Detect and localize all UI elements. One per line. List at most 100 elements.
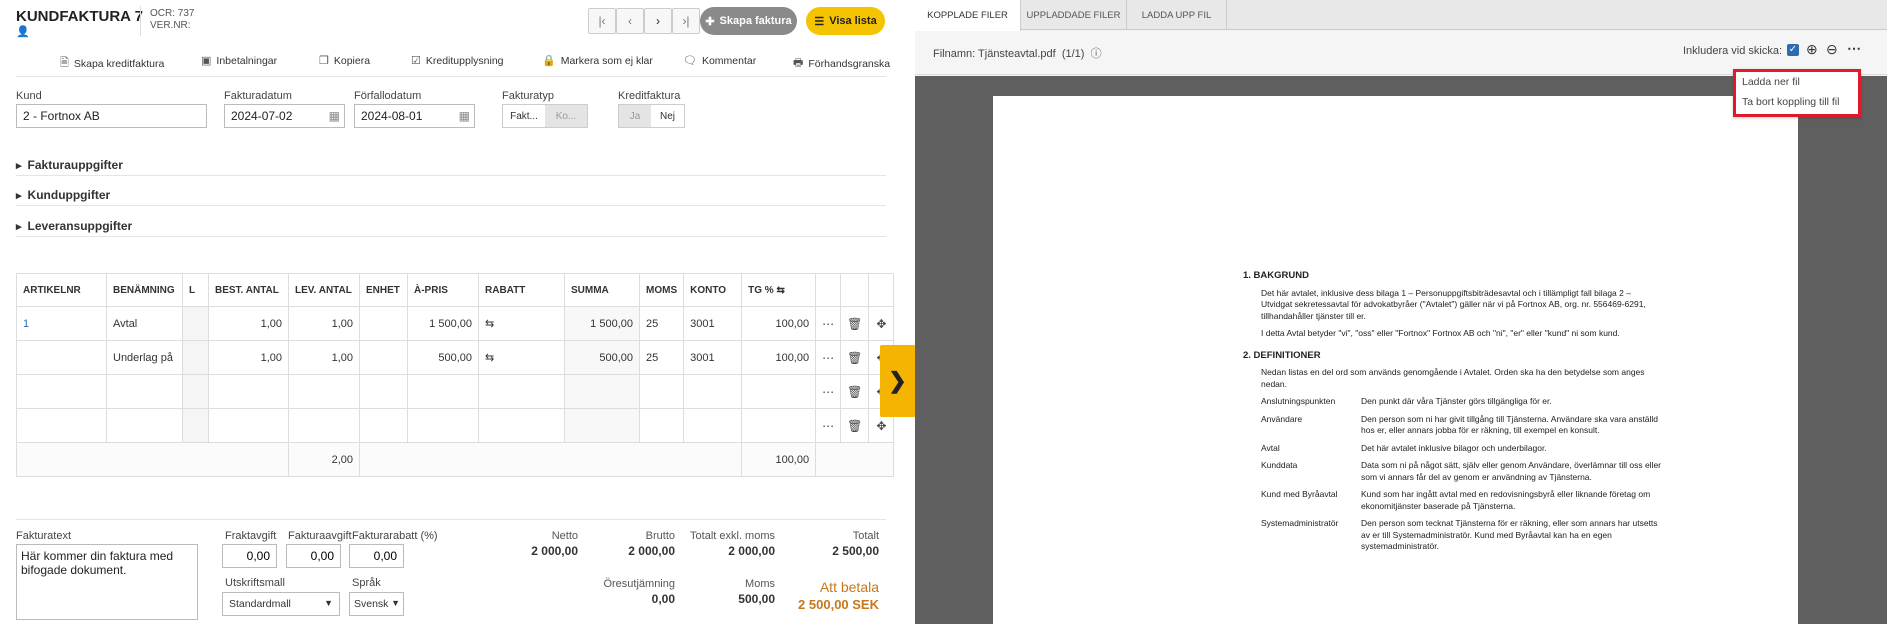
definition-text: Det här avtalet inklusive bilagor och un… [1361, 442, 1547, 453]
create-invoice-label: Skapa faktura [719, 15, 792, 27]
credit-yes-option[interactable]: Ja [619, 105, 651, 127]
cell-ordered[interactable] [208, 374, 289, 409]
payments-link[interactable]: ▣ Inbetalningar [201, 54, 277, 68]
cell-unit[interactable] [359, 374, 408, 409]
cell-account[interactable] [683, 374, 743, 409]
cell-price[interactable]: 500,00 [407, 340, 479, 375]
credit-invoice-toggle[interactable]: Ja Nej [618, 104, 685, 128]
move-icon[interactable]: ✥ [868, 306, 895, 341]
freight-input[interactable] [222, 544, 277, 568]
cell-price[interactable]: 1 500,00 [407, 306, 479, 341]
more-icon[interactable]: ⋯ [815, 374, 842, 409]
cell-unit[interactable] [359, 340, 408, 375]
show-list-label: Visa lista [829, 15, 877, 27]
cell-vat[interactable]: 25 [638, 340, 685, 375]
collapse-panel-button[interactable]: ❯ [880, 345, 915, 417]
preview-link[interactable]: 🖶 Förhandsgranska [793, 54, 890, 73]
cell-vat[interactable] [638, 374, 685, 409]
cell-article[interactable]: 1 [16, 306, 107, 341]
more-icon[interactable]: ⋯ [815, 408, 842, 443]
include-checkbox[interactable]: ✓ [1787, 44, 1799, 56]
zoom-in-icon[interactable]: ⊕ [1806, 41, 1818, 58]
show-list-button[interactable]: ☰ Visa lista [806, 7, 885, 35]
cell-delivered[interactable] [288, 408, 360, 443]
cell-discount[interactable]: ⇆ [478, 306, 565, 341]
type-cash-option[interactable]: Ko... [545, 105, 587, 127]
tab-linked-files[interactable]: KOPPLADE FILER [915, 0, 1021, 31]
cell-account[interactable] [683, 408, 743, 443]
copy-link[interactable]: ❐ Kopiera [319, 54, 370, 68]
invoice-fee-input[interactable] [286, 544, 341, 568]
cell-name[interactable]: Avtal [106, 306, 183, 341]
cell-ordered[interactable]: 1,00 [208, 306, 289, 341]
credit-info-link[interactable]: ☑ Kreditupplysning [411, 54, 504, 68]
cell-price[interactable] [407, 408, 479, 443]
last-page-button[interactable]: ›| [672, 8, 700, 34]
cell-name[interactable]: Underlag på [106, 340, 183, 375]
print-template-select[interactable]: Standardmall ▼ [222, 592, 340, 616]
next-button[interactable]: › [644, 8, 672, 34]
swap-icon[interactable]: ⇆ [485, 318, 494, 330]
cell-unit[interactable] [359, 306, 408, 341]
trash-icon[interactable]: 🗑 [840, 408, 870, 443]
first-page-button[interactable]: |‹ [588, 8, 616, 34]
prev-button[interactable]: ‹ [616, 8, 644, 34]
invoice-discount-input[interactable] [349, 544, 404, 568]
comment-link[interactable]: 🗨 Kommentar [683, 54, 756, 68]
section-customer-details[interactable]: ▸ Kunduppgifter [16, 188, 110, 202]
info-icon[interactable]: ⓘ [1091, 48, 1102, 60]
tab-uploaded-files[interactable]: UPPLADDADE FILER [1021, 0, 1127, 30]
refresh-icon[interactable]: ⇆ [776, 285, 784, 296]
cell-vat[interactable] [638, 408, 685, 443]
cell-article[interactable] [16, 408, 107, 443]
cell-article[interactable] [16, 374, 107, 409]
table-header-row: ARTIKELNR BENÄMNING L BEST. ANTAL LEV. A… [16, 273, 895, 307]
download-file-menu-item[interactable]: Ladda ner fil [1736, 72, 1858, 92]
more-icon[interactable]: ⋯ [815, 340, 842, 375]
more-icon[interactable]: ⋯ [815, 306, 842, 341]
cell-ordered[interactable]: 1,00 [208, 340, 289, 375]
cell-article[interactable] [16, 340, 107, 375]
invoice-type-toggle[interactable]: Fakt... Ko... [502, 104, 588, 128]
cell-delivered[interactable] [288, 374, 360, 409]
type-invoice-option[interactable]: Fakt... [503, 105, 545, 127]
section-invoice-details[interactable]: ▸ Fakturauppgifter [16, 158, 123, 172]
due-date-value: 2024-08-01 [361, 109, 423, 123]
cell-sum: 1 500,00 [564, 306, 640, 341]
remove-link-menu-item[interactable]: Ta bort koppling till fil [1736, 92, 1858, 112]
cell-discount[interactable] [478, 408, 565, 443]
create-invoice-button[interactable]: ✚ Skapa faktura [700, 7, 797, 35]
cell-account[interactable]: 3001 [683, 340, 743, 375]
cell-price[interactable] [407, 374, 479, 409]
create-credit-invoice-link[interactable]: 🗎 Skapa kreditfaktura [60, 54, 164, 73]
invoice-date-input[interactable]: 2024-07-02 ▦ [224, 104, 345, 128]
cell-delivered[interactable]: 1,00 [288, 306, 360, 341]
cell-ordered[interactable] [208, 408, 289, 443]
cell-discount[interactable]: ⇆ [478, 340, 565, 375]
mark-unready-link[interactable]: 🔒 Markera som ej klar [542, 54, 653, 68]
invoice-text-input[interactable]: Här kommer din faktura med bifogade doku… [16, 544, 198, 620]
due-date-input[interactable]: 2024-08-01 ▦ [354, 104, 475, 128]
more-icon[interactable]: ⋯ [1847, 40, 1861, 57]
col-header: MOMS [638, 273, 685, 307]
calendar-icon[interactable]: ▦ [459, 109, 470, 123]
trash-icon[interactable]: 🗑 [840, 374, 870, 409]
cell-unit[interactable] [359, 408, 408, 443]
cell-discount[interactable] [478, 374, 565, 409]
cell-vat[interactable]: 25 [638, 306, 685, 341]
customer-input[interactable] [16, 104, 207, 128]
credit-no-option[interactable]: Nej [651, 105, 684, 127]
document-viewport[interactable]: 1. BAKGRUND Det här avtalet, inklusive d… [915, 76, 1887, 624]
swap-icon[interactable]: ⇆ [485, 352, 494, 364]
section-delivery-details[interactable]: ▸ Leveransuppgifter [16, 219, 132, 233]
trash-icon[interactable]: 🗑 [840, 306, 870, 341]
language-select[interactable]: Svensk ▼ [349, 592, 404, 616]
zoom-out-icon[interactable]: ⊖ [1826, 41, 1838, 58]
trash-icon[interactable]: 🗑 [840, 340, 870, 375]
cell-name[interactable] [106, 408, 183, 443]
cell-name[interactable] [106, 374, 183, 409]
cell-delivered[interactable]: 1,00 [288, 340, 360, 375]
tab-upload-file[interactable]: LADDA UPP FIL [1127, 0, 1227, 30]
calendar-icon[interactable]: ▦ [329, 109, 340, 123]
cell-account[interactable]: 3001 [683, 306, 743, 341]
